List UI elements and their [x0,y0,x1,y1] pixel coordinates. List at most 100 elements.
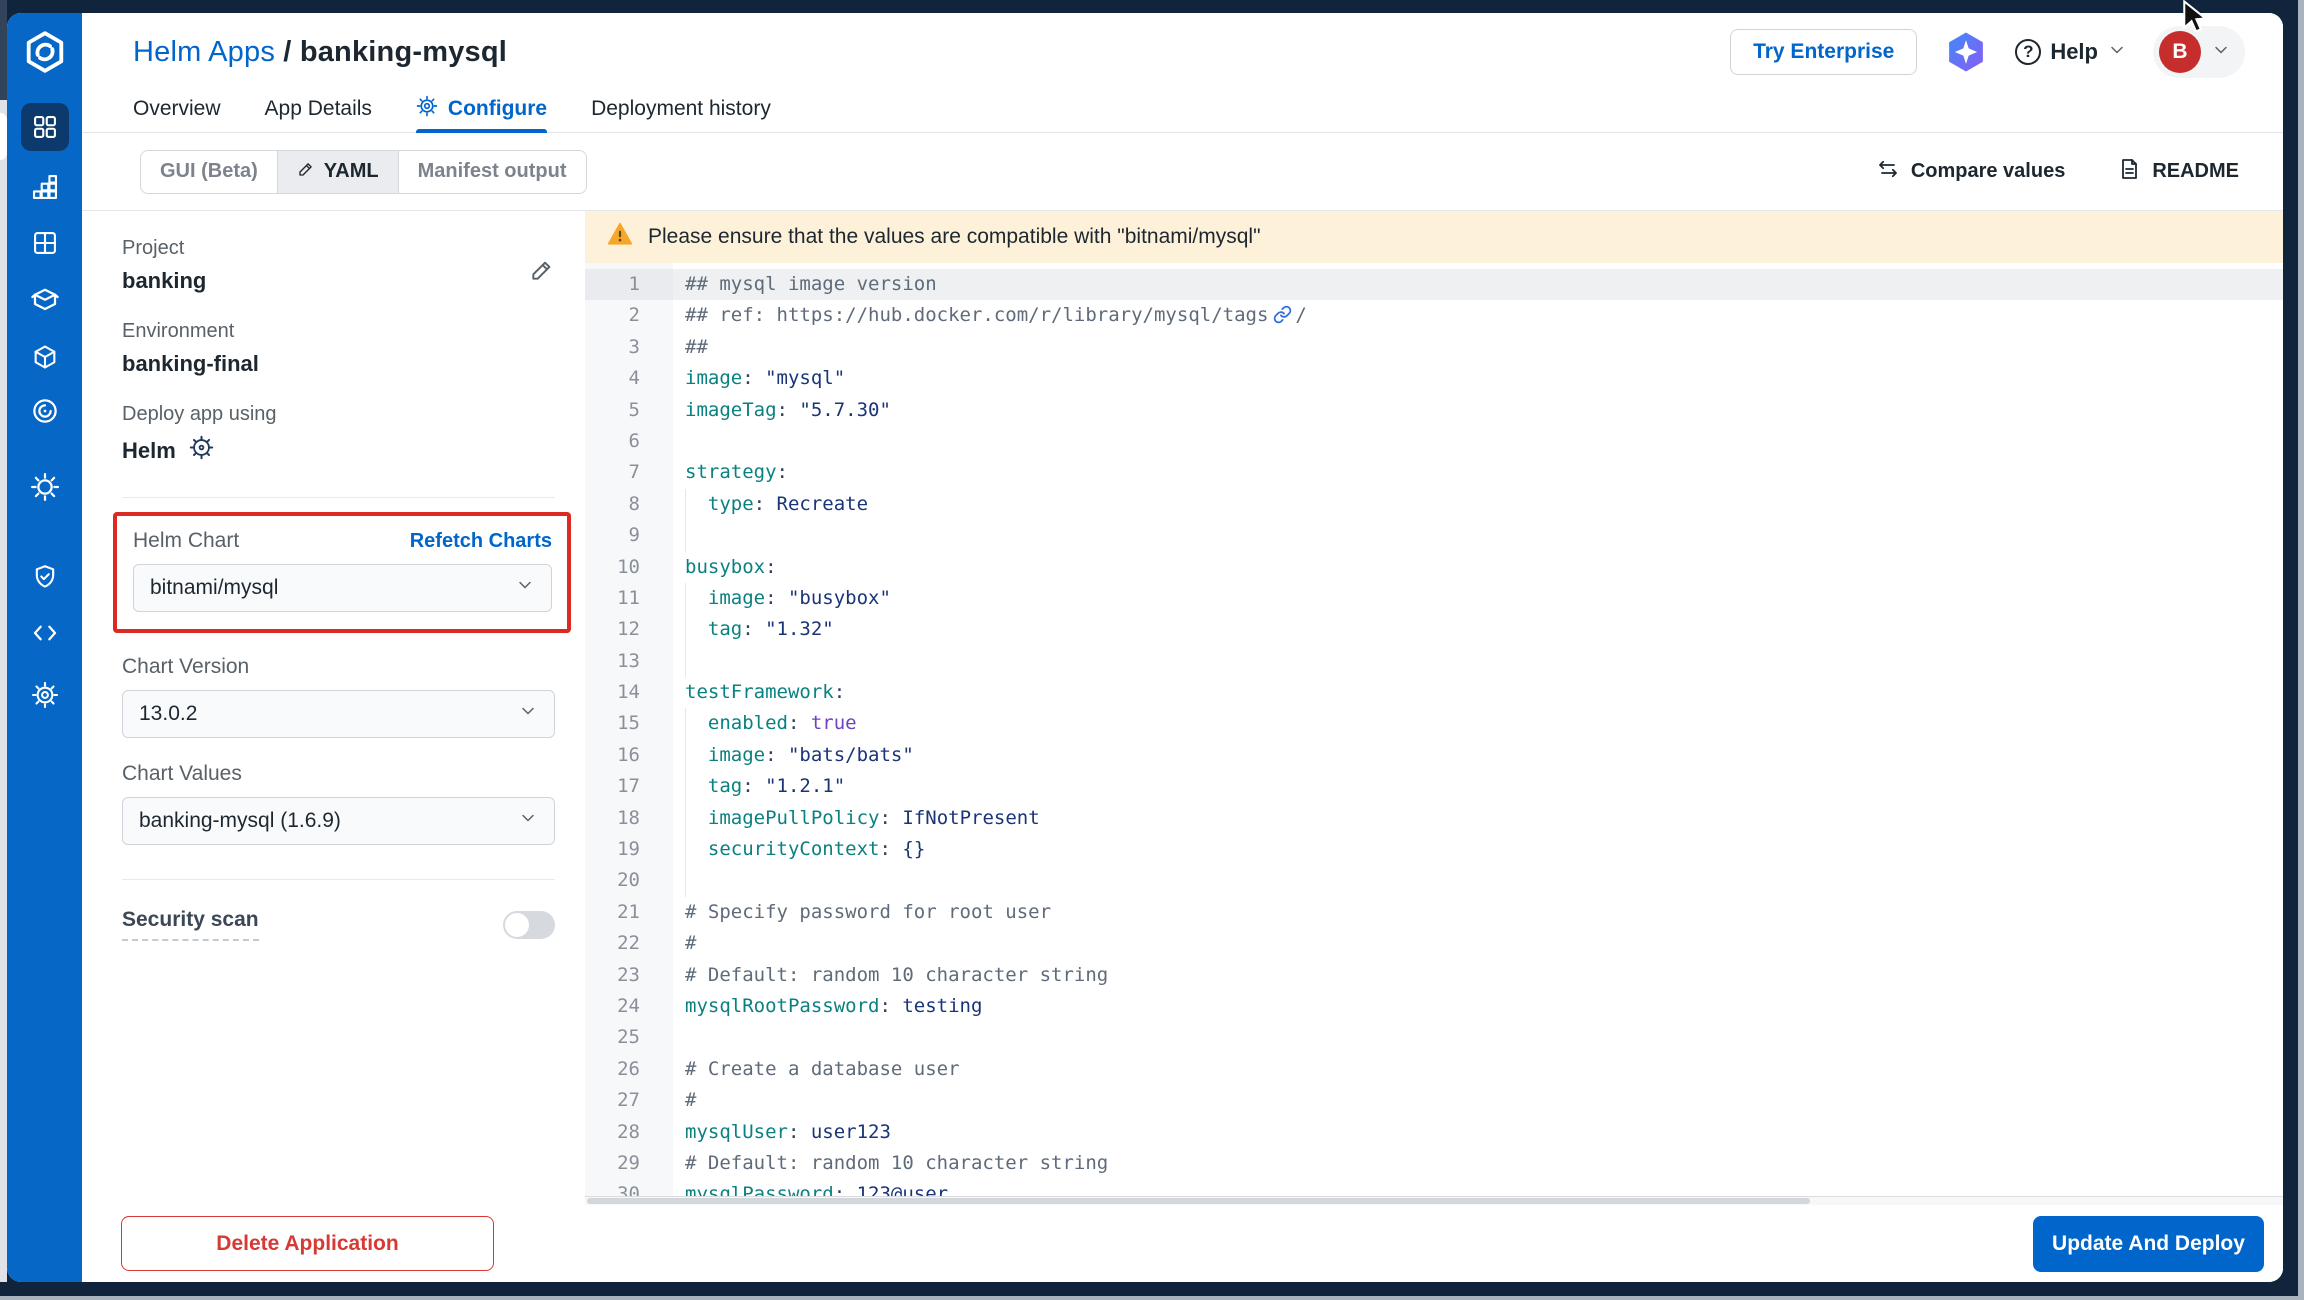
breadcrumb-separator: / [275,35,300,68]
compare-arrows-icon [1876,157,1900,187]
update-and-deploy-button[interactable]: Update And Deploy [2033,1215,2264,1272]
security-scan-toggle[interactable] [503,910,555,939]
line-number: 30 [617,1183,640,1196]
breadcrumb: Helm Apps / banking-mysql [133,36,507,69]
app-tabbar: Overview App Details Configure Deployment h… [82,91,2283,133]
sidebar-item-applications-grid-icon[interactable] [20,103,69,151]
sidebar-item-security-shield-icon[interactable] [21,553,69,601]
compare-values-button[interactable]: Compare values [1876,157,2065,187]
code-line: 8 type: Recreate [585,488,2283,521]
chevron-down-icon [2107,40,2127,65]
code-line: 16 image: "bats/bats" [585,739,2283,772]
helm-chart-highlight-box: Helm Chart Refetch Charts bitnami/mysql [113,512,571,633]
line-number: 27 [617,1089,640,1112]
code-line: 24 mysqlRootPassword: testing [585,991,2283,1022]
panel-divider [122,879,555,880]
code-line: 20 [585,865,2283,897]
chart-values-label: Chart Values [122,762,242,785]
chart-version-select[interactable]: 13.0.2 [122,690,555,738]
sidebar-item-chart-store-box-icon[interactable] [21,275,69,323]
code-line: 22 # [585,928,2283,959]
action-footer: Delete Application Update And Deploy [82,1205,2283,1282]
code-line: 11 image: "busybox" [585,582,2283,615]
code-line: 1 ## mysql image version [585,269,2283,301]
sidebar-collapse-handle[interactable] [0,113,7,160]
line-number: 12 [617,618,640,641]
sidebar-item-resource-browser-cube-icon[interactable] [21,333,69,381]
edit-pencil-icon [297,160,315,184]
code-line: 2 ## ref: https://hub.docker.com/r/librar… [585,300,2283,331]
line-number: 25 [617,1026,640,1049]
sidebar-item-global-config-gear-icon[interactable] [21,671,69,719]
mode-manifest-output[interactable]: Manifest output [397,150,586,193]
sidebar-item-target-icon[interactable] [21,387,69,435]
line-number: 11 [617,586,640,609]
line-number: 21 [617,900,640,923]
page-header: Helm Apps / banking-mysql Try Enterprise… [82,13,2283,91]
sidebar-item-code-icon[interactable] [21,609,69,657]
sidebar-item-application-groups-window-icon[interactable] [21,219,69,267]
line-number: 7 [628,461,640,484]
yaml-editor-column: Please ensure that the values are compat… [585,211,2283,1205]
line-number: 29 [617,1151,640,1174]
deployment-config-panel: Project banking Environment banking-fina… [82,211,585,1205]
code-line: 5 imageTag: "5.7.30" [585,395,2283,426]
scrollbar-thumb[interactable] [587,1198,1810,1204]
compatibility-warning-banner: Please ensure that the values are compat… [585,211,2283,263]
devtron-logo-icon[interactable] [22,29,68,75]
code-line: 26 # Create a database user [585,1054,2283,1085]
profile-menu[interactable]: B [2153,26,2245,78]
helm-chart-select[interactable]: bitnami/mysql [133,564,552,612]
question-icon: ? [2015,39,2042,65]
sidebar-item-clusters-sun-icon[interactable] [21,463,69,511]
code-line: 27 # [585,1085,2283,1116]
line-number: 14 [617,681,640,704]
chevron-down-icon [518,701,538,727]
app-window: Helm Apps / banking-mysql Try Enterprise… [7,13,2283,1282]
code-line: 14 testFramework: [585,677,2283,708]
helm-chart-label: Helm Chart [133,529,240,552]
screen-edge-bottom [0,1296,2304,1300]
refetch-charts-link[interactable]: Refetch Charts [410,530,552,553]
code-line: 17 tag: "1.2.1" [585,771,2283,803]
readme-button[interactable]: README [2117,157,2239,187]
tab-configure[interactable]: Configure [415,91,548,133]
values-toolbar: GUI (Beta) YAML Manifest output Compare va… [82,133,2283,211]
environment-value: banking-final [122,351,259,376]
delete-application-button[interactable]: Delete Application [121,1216,494,1271]
project-value: banking [122,268,207,293]
edit-pencil-icon[interactable] [529,257,555,288]
code-line: 29 # Default: random 10 character string [585,1148,2283,1179]
help-label: Help [2050,39,2098,64]
line-number: 28 [617,1120,640,1143]
panel-divider [122,497,555,498]
line-number: 26 [617,1057,640,1080]
tab-app-details[interactable]: App Details [265,91,372,132]
code-line: 21 # Specify password for root user [585,897,2283,928]
sidebar-item-jobs-stairs-icon[interactable] [21,163,69,211]
try-enterprise-button[interactable]: Try Enterprise [1730,29,1918,75]
line-number: 15 [617,712,640,735]
link-icon[interactable] [1273,303,1292,334]
line-number: 8 [628,492,640,515]
code-line: 25 [585,1022,2283,1053]
project-label: Project [122,237,185,259]
tab-overview[interactable]: Overview [133,91,221,132]
code-line: 28 mysqlUser: user123 [585,1117,2283,1148]
tab-deployment-history[interactable]: Deployment history [591,91,771,132]
helm-wheel-icon [188,434,215,467]
ai-sparkle-icon[interactable] [1943,29,1989,75]
chart-values-select[interactable]: banking-mysql (1.6.9) [122,797,555,845]
line-number: 19 [617,838,640,861]
screen-edge-left [0,13,7,1282]
code-line: 23 # Default: random 10 character string [585,960,2283,991]
mode-gui-beta-[interactable]: GUI (Beta) [141,151,277,193]
line-number: 5 [628,398,640,421]
code-line: 19 securityContext: {} [585,834,2283,866]
mode-yaml[interactable]: YAML [276,150,398,193]
breadcrumb-helm-apps-link[interactable]: Helm Apps [133,36,275,68]
line-number: 23 [617,963,640,986]
editor-horizontal-scrollbar [585,1196,2283,1205]
yaml-editor[interactable]: 1 ## mysql image version 2 ## ref: https://… [585,263,2283,1196]
help-menu[interactable]: ? Help [2015,39,2127,65]
